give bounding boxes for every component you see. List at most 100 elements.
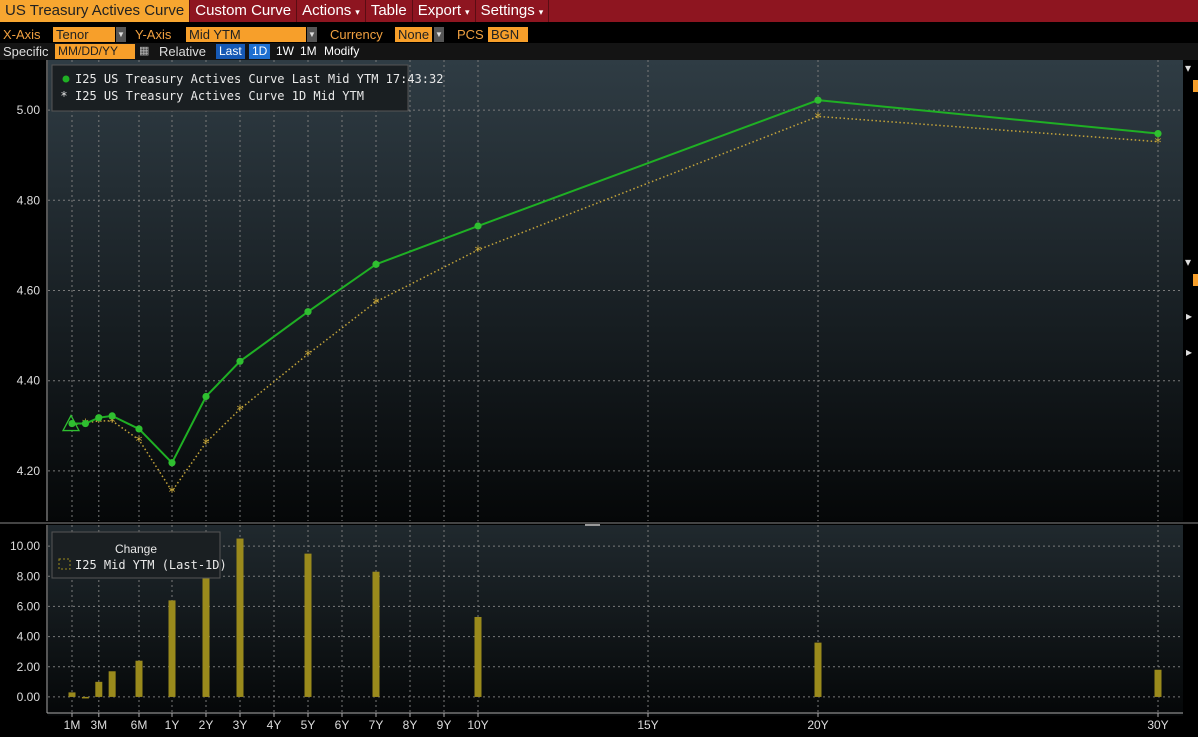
series-point-last[interactable] — [236, 357, 244, 365]
series-point-1d[interactable]: * — [169, 485, 176, 501]
series-point-last[interactable] — [168, 459, 176, 467]
x-tick-label-1Y: 1Y — [165, 718, 180, 732]
calendar-icon[interactable]: ▦ — [136, 44, 152, 59]
x-tick-label-1M: 1M — [64, 718, 81, 732]
change-bar[interactable] — [168, 600, 176, 697]
series-point-last[interactable] — [304, 308, 312, 316]
pcs-label: PCS — [457, 27, 484, 42]
pcs-field[interactable]: BGN — [488, 27, 528, 42]
chevron-down-icon[interactable]: ▼ — [116, 27, 126, 42]
series-point-1d[interactable]: * — [136, 434, 143, 450]
curve-title-label: US Treasury Actives Curve — [5, 2, 185, 19]
x-tick-label-8Y: 8Y — [403, 718, 418, 732]
series-point-1d[interactable]: * — [475, 244, 482, 260]
actions-menu[interactable]: Actions ▾ — [297, 0, 366, 22]
currency-select[interactable]: None — [395, 27, 432, 42]
collapse-arrow-icon[interactable]: ▸ — [1186, 345, 1192, 359]
legend-marker-last — [62, 75, 70, 83]
table-menu[interactable]: Table — [366, 0, 413, 22]
y-tick-label: 5.00 — [17, 103, 41, 117]
actions-label: Actions — [302, 2, 352, 19]
y-tick-label: 4.20 — [17, 464, 41, 478]
change-bar[interactable] — [68, 692, 76, 697]
chart-area: 1M 3M 6M 1Y 2Y 3Y 4Y 5Y 6Y 7Y 8Y 9Y 10Y 15Y 20Y 30Y 4.20… — [0, 60, 1198, 737]
change-bar[interactable] — [304, 553, 312, 697]
x-tick-label-4Y: 4Y — [267, 718, 282, 732]
change-y-tick-label: 8.00 — [17, 569, 41, 583]
x-axis-select[interactable]: Tenor — [53, 27, 115, 42]
series-point-last[interactable] — [372, 260, 380, 268]
export-label: Export — [417, 2, 462, 19]
custom-curve-label: Custom Curve — [195, 2, 292, 19]
relative-1d-button[interactable]: 1D — [249, 44, 271, 59]
legend-marker-1d: * — [60, 89, 67, 103]
legend-entry-last: I25 US Treasury Actives Curve Last Mid Y… — [75, 72, 443, 86]
x-tick-label-5Y: 5Y — [301, 718, 316, 732]
series-point-1d[interactable]: * — [815, 110, 822, 126]
y-tick-label: 4.80 — [17, 193, 41, 207]
series-point-last[interactable] — [202, 392, 210, 401]
change-y-tick-label: 6.00 — [17, 599, 41, 613]
custom-curve-menu[interactable]: Custom Curve — [190, 0, 298, 22]
curve-title-tab[interactable]: US Treasury Actives Curve — [0, 0, 191, 22]
x-tick-label-15Y: 15Y — [637, 718, 658, 732]
main-legend[interactable]: * I25 US Treasury Actives Curve Last Mid… — [51, 64, 443, 112]
series-point-last[interactable] — [81, 419, 90, 428]
change-bar[interactable] — [135, 660, 143, 697]
change-bar[interactable] — [81, 696, 89, 699]
chevron-down-icon: ▾ — [355, 7, 360, 17]
menu-bar: US Treasury Actives Curve Custom Curve A… — [0, 0, 1198, 22]
change-bar[interactable] — [108, 671, 116, 697]
series-point-last[interactable] — [814, 96, 822, 104]
relative-last-button[interactable]: Last — [216, 44, 245, 59]
relative-1w-button[interactable]: 1W — [273, 44, 297, 59]
change-bar[interactable] — [474, 616, 482, 697]
specific-date-input[interactable]: MM/DD/YY — [55, 44, 135, 59]
series-point-last[interactable] — [1154, 129, 1162, 138]
modify-button[interactable]: Modify — [321, 44, 362, 59]
chevron-down-icon: ▾ — [538, 7, 544, 17]
chevron-down-icon[interactable]: ▼ — [434, 27, 444, 42]
change-bar[interactable] — [372, 571, 380, 697]
series-point-1d[interactable]: * — [305, 348, 312, 364]
x-tick-label-3M: 3M — [90, 718, 107, 732]
expand-icon[interactable]: ▾ — [1185, 61, 1191, 75]
legend-entry-1d: I25 US Treasury Actives Curve 1D Mid YTM — [75, 89, 364, 103]
change-bar[interactable] — [1154, 669, 1162, 697]
series-point-last[interactable] — [108, 412, 116, 420]
relative-1m-button[interactable]: 1M — [297, 44, 320, 59]
series-point-last[interactable] — [474, 222, 482, 230]
change-y-tick-label: 4.00 — [17, 630, 41, 644]
chevron-down-icon: ▾ — [465, 7, 470, 17]
chevron-down-icon[interactable]: ▼ — [307, 27, 317, 42]
change-bar[interactable] — [814, 642, 822, 697]
series-point-1d[interactable]: * — [1155, 136, 1162, 152]
change-y-tick-label: 2.00 — [17, 660, 41, 674]
table-label: Table — [370, 2, 407, 19]
collapse-arrow-icon[interactable]: ▸ — [1186, 309, 1192, 323]
change-legend-entry: I25 Mid YTM (Last-1D) — [75, 558, 227, 572]
x-tick-label-30Y: 30Y — [1147, 718, 1168, 732]
series-point-1d[interactable]: * — [237, 403, 244, 419]
x-tick-label-6Y: 6Y — [335, 718, 350, 732]
x-tick-label-9Y: 9Y — [437, 718, 452, 732]
export-menu[interactable]: Export ▾ — [413, 0, 476, 22]
change-bar[interactable] — [236, 538, 244, 697]
expand-icon[interactable]: ▾ — [1185, 255, 1191, 269]
settings-label: Settings — [480, 2, 535, 19]
yield-curve-chart: 1M 3M 6M 1Y 2Y 3Y 4Y 5Y 6Y 7Y 8Y 9Y 10Y 15Y 20Y 30Y 4.20… — [0, 60, 1198, 732]
change-bar[interactable] — [95, 681, 103, 697]
x-tick-label-7Y: 7Y — [369, 718, 384, 732]
change-legend-title: Change — [115, 542, 157, 556]
series-point-last[interactable] — [95, 414, 103, 422]
series-point-1d[interactable]: * — [373, 296, 380, 312]
settings-menu[interactable]: Settings ▾ — [476, 0, 550, 22]
series-point-1d[interactable]: * — [203, 436, 210, 452]
x-tick-label-10Y: 10Y — [467, 718, 488, 732]
series-point-last[interactable] — [135, 425, 143, 433]
x-tick-label-3Y: 3Y — [233, 718, 248, 732]
change-legend[interactable]: Change I25 Mid YTM (Last-1D) — [51, 531, 227, 579]
side-indicator — [1193, 80, 1198, 92]
y-axis-select[interactable]: Mid YTM — [186, 27, 306, 42]
relative-label: Relative — [159, 44, 206, 59]
